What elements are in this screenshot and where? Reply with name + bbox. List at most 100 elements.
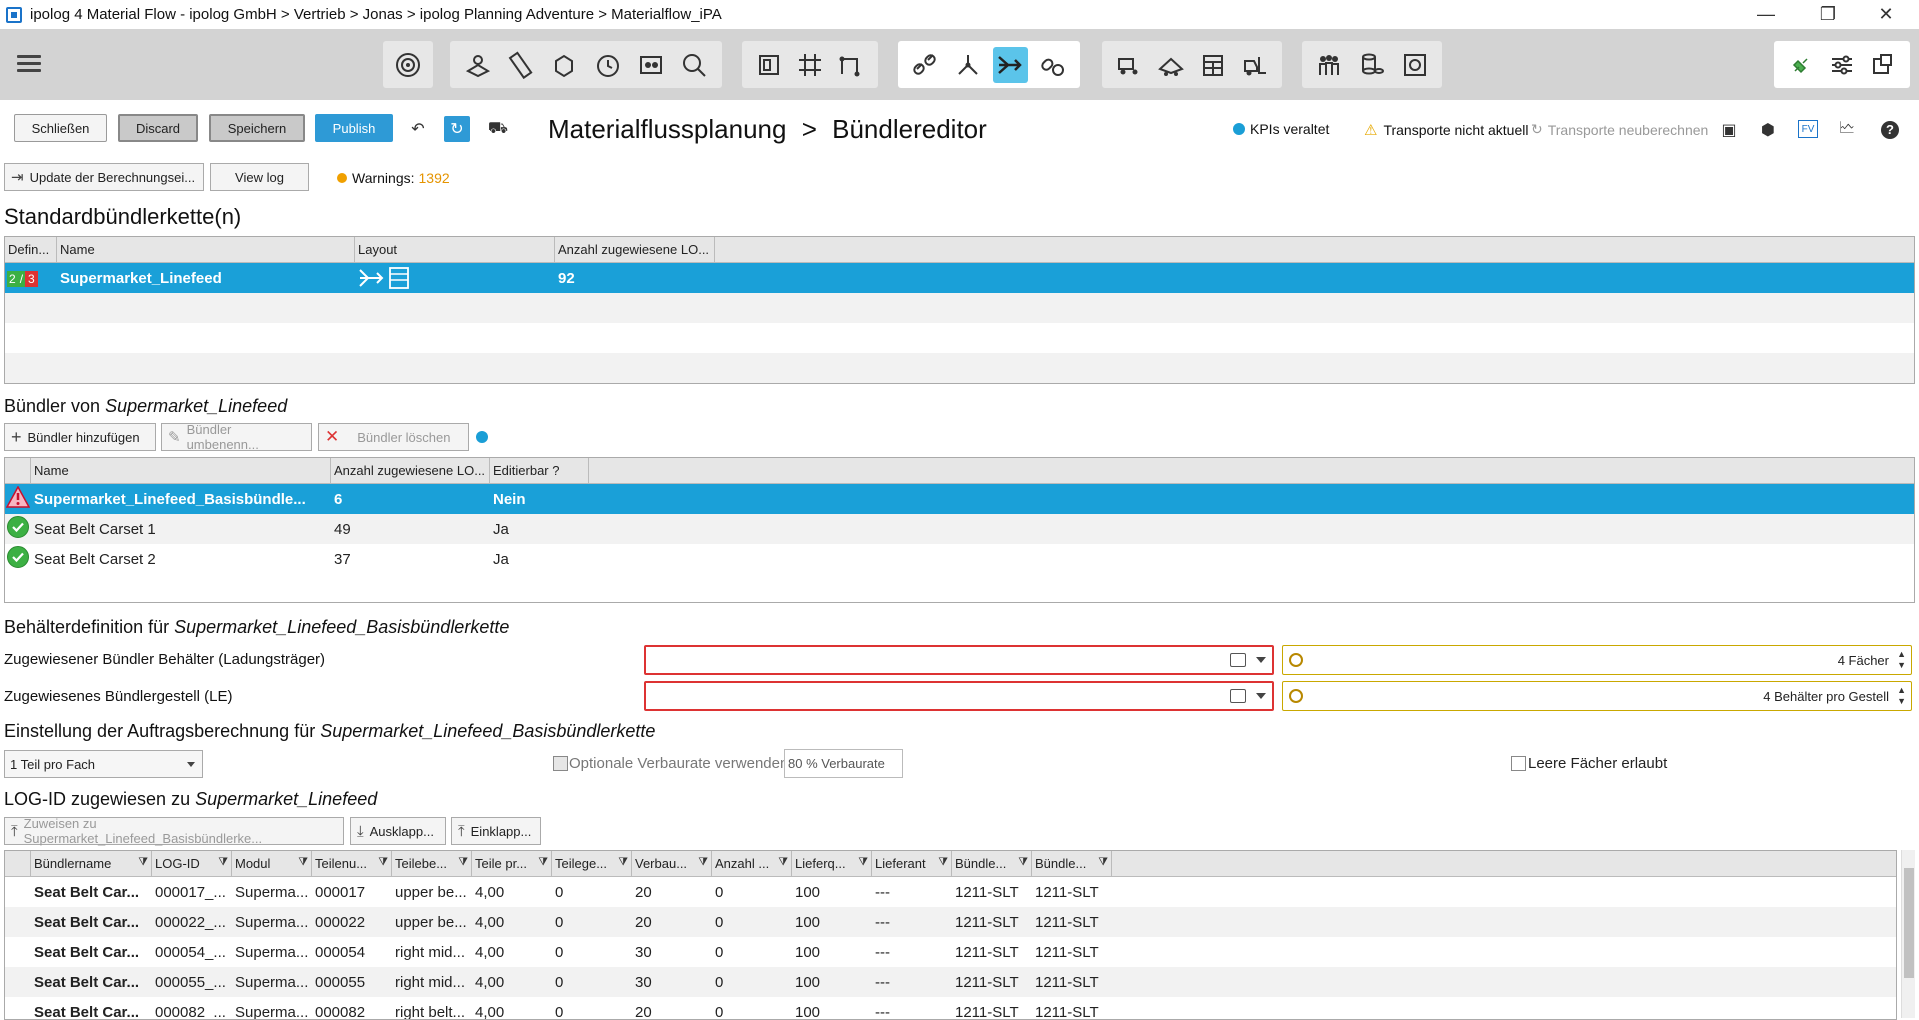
scrollbar-thumb[interactable]: [1904, 868, 1914, 978]
container-icon[interactable]: [547, 47, 582, 83]
table-row[interactable]: Seat Belt Car... 000022_... Superma... 0000…: [5, 907, 1896, 937]
column-header[interactable]: LOG-ID ⧩: [152, 851, 232, 876]
column-header[interactable]: Anzahl ... ⧩: [712, 851, 792, 876]
parts-icon[interactable]: [460, 47, 495, 83]
column-header[interactable]: Teilege... ⧩: [552, 851, 632, 876]
fv-icon[interactable]: FV: [1798, 120, 1818, 138]
link-settings-icon[interactable]: [1036, 47, 1071, 83]
update-calc-button[interactable]: ⇥ Update der Berechnungsei...: [4, 163, 204, 191]
column-header[interactable]: Teilebe... ⧩: [392, 851, 472, 876]
column-header[interactable]: Bündlername ⧩: [31, 851, 152, 876]
assign-button[interactable]: ⤒ Zuweisen zu Supermarket_Linefeed_Basis…: [4, 816, 344, 846]
table-row[interactable]: 2/3 Supermarket_Linefeed 92: [5, 263, 1914, 293]
column-header[interactable]: Anzahl zugewiesene LO...: [555, 237, 715, 262]
menu-icon[interactable]: [17, 55, 41, 73]
app-logo-icon[interactable]: [1867, 47, 1900, 83]
restore-button[interactable]: ❐: [1800, 0, 1856, 29]
tugger-icon[interactable]: [1112, 47, 1146, 83]
filter-icon[interactable]: ⧩: [1098, 856, 1108, 869]
containers-per-rack-spinner[interactable]: 4 Behälter pro Gestell ▲ ▼: [1282, 681, 1912, 711]
column-header[interactable]: Lieferq... ⧩: [792, 851, 872, 876]
table-row[interactable]: Seat Belt Car... 000055_... Superma... 0000…: [5, 967, 1896, 997]
filter-icon[interactable]: ⧩: [138, 856, 148, 869]
grid-people-icon[interactable]: [633, 47, 668, 83]
column-header[interactable]: Verbau... ⧩: [632, 851, 712, 876]
grid-icon[interactable]: [793, 47, 826, 83]
rack-combobox[interactable]: [644, 681, 1274, 711]
filter-icon[interactable]: ⧩: [458, 856, 468, 869]
filter-icon[interactable]: ⧩: [298, 856, 308, 869]
column-header[interactable]: Teilenu... ⧩: [312, 851, 392, 876]
close-button[interactable]: ✕: [1858, 0, 1914, 29]
ruler-icon[interactable]: [503, 47, 538, 83]
column-header[interactable]: Editierbar ?: [490, 458, 589, 483]
filter-icon[interactable]: ⧩: [1018, 856, 1028, 869]
sliders-icon[interactable]: [1825, 47, 1858, 83]
add-bundler-button[interactable]: + Bündler hinzufügen: [4, 423, 156, 451]
search-refresh-icon[interactable]: [677, 47, 712, 83]
spinner-arrows-icon[interactable]: ▲ ▼: [1897, 685, 1906, 707]
table-row[interactable]: Seat Belt Carset 1 49 Ja: [5, 514, 1914, 544]
target-icon[interactable]: [393, 47, 423, 83]
coins-icon[interactable]: [1355, 47, 1390, 83]
help-icon[interactable]: ?: [1877, 117, 1903, 143]
vertical-scrollbar[interactable]: [1901, 850, 1915, 1018]
filter-icon[interactable]: ⧩: [858, 856, 868, 869]
path-icon[interactable]: [835, 47, 868, 83]
container-combobox[interactable]: [644, 645, 1274, 675]
column-header[interactable]: Anzahl zugewiesene LO...: [331, 458, 490, 483]
sync-icon[interactable]: ↻: [444, 116, 470, 142]
expand-button[interactable]: ⤓ Ausklapp...: [350, 817, 446, 845]
forklift-icon[interactable]: [1238, 47, 1272, 83]
layout-icon[interactable]: [752, 47, 785, 83]
breadcrumb-part1[interactable]: Materialflussplanung: [548, 114, 786, 144]
parts-per-compartment-select[interactable]: 1 Teil pro Fach: [4, 750, 203, 778]
warnings-indicator[interactable]: Warnings: 1392: [337, 170, 450, 186]
column-header[interactable]: Name: [31, 458, 331, 483]
column-header[interactable]: Bündle... ⧩: [1032, 851, 1112, 876]
column-header[interactable]: Bündle... ⧩: [952, 851, 1032, 876]
recalc-transports[interactable]: ↻ Transporte neuberechnen: [1531, 121, 1708, 138]
table-row[interactable]: Supermarket_Linefeed_Basisbündle... 6 Ne…: [5, 484, 1914, 514]
filter-icon[interactable]: ⧩: [778, 856, 788, 869]
filter-icon[interactable]: ⧩: [218, 856, 228, 869]
table-row[interactable]: Seat Belt Carset 2 37 Ja: [5, 544, 1914, 574]
cube-icon[interactable]: ⬢: [1755, 117, 1781, 143]
view-log-button[interactable]: View log: [210, 163, 309, 191]
minimize-button[interactable]: —: [1738, 0, 1794, 29]
filter-icon[interactable]: ⧩: [618, 856, 628, 869]
plug-icon[interactable]: [1784, 47, 1817, 83]
optional-rate-checkbox[interactable]: [553, 756, 568, 771]
column-header[interactable]: Layout: [355, 237, 555, 262]
refresh-box-icon[interactable]: [1397, 47, 1432, 83]
rename-bundler-button[interactable]: ✎ Bündler umbenenn...: [161, 422, 312, 452]
people-icon[interactable]: [1312, 47, 1347, 83]
car-icon[interactable]: ⛟: [485, 116, 511, 142]
delete-bundler-button[interactable]: ✕ Bündler löschen: [318, 423, 469, 451]
publish-button[interactable]: Publish: [315, 114, 393, 142]
undo-icon[interactable]: ↶: [405, 116, 431, 142]
filter-icon[interactable]: ⧩: [538, 856, 548, 869]
empty-compartments-checkbox[interactable]: [1511, 756, 1526, 771]
trolley-icon[interactable]: [1154, 47, 1188, 83]
clock-icon[interactable]: [590, 47, 625, 83]
split-flow-icon[interactable]: [951, 47, 986, 83]
collapse-button[interactable]: ⤒ Einklapp...: [451, 817, 541, 845]
table-row[interactable]: Seat Belt Car... 000017_... Superma... 0000…: [5, 877, 1896, 907]
merge-flow-icon[interactable]: [993, 46, 1028, 83]
column-header[interactable]: Defin...: [5, 237, 57, 262]
table-row[interactable]: Seat Belt Car... 000054_... Superma... 0000…: [5, 937, 1896, 967]
column-header[interactable]: Modul ⧩: [232, 851, 312, 876]
compartments-spinner[interactable]: 4 Fächer ▲ ▼: [1282, 645, 1912, 675]
chain-icon[interactable]: [908, 47, 943, 83]
rate-spinner[interactable]: 80 % Verbaurate: [784, 749, 903, 778]
info-dot-icon[interactable]: [476, 431, 488, 443]
chart-icon[interactable]: 🗠: [1834, 117, 1860, 143]
discard-button[interactable]: Discard: [118, 114, 198, 142]
close-action-button[interactable]: Schließen: [14, 114, 107, 142]
filter-icon[interactable]: ⧩: [378, 856, 388, 869]
table-row[interactable]: Seat Belt Car... 000082_... Superma... 0000…: [5, 997, 1896, 1020]
column-header[interactable]: Teile pr... ⧩: [472, 851, 552, 876]
spinner-arrows-icon[interactable]: ▲ ▼: [1897, 649, 1906, 671]
shelf-icon[interactable]: [1196, 47, 1230, 83]
